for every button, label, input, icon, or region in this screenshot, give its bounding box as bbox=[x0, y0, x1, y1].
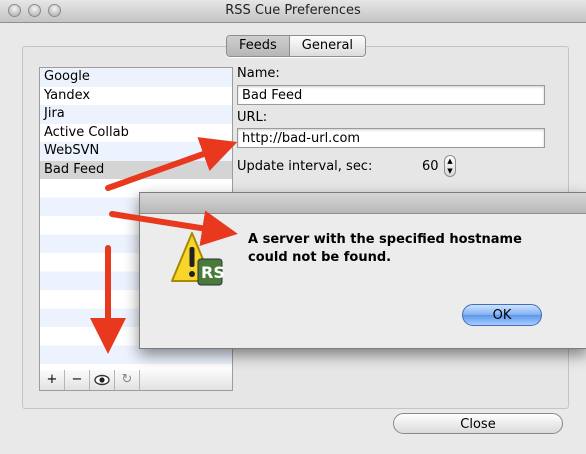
list-item[interactable]: Google bbox=[40, 68, 232, 87]
update-interval-value[interactable]: 60 bbox=[422, 159, 439, 174]
alert-title-bar bbox=[140, 193, 586, 214]
update-interval-label: Update interval, sec: bbox=[237, 159, 373, 174]
remove-feed-button[interactable]: − bbox=[65, 370, 90, 390]
ok-button[interactable]: OK bbox=[462, 304, 542, 326]
refresh-icon: ↻ bbox=[121, 372, 133, 387]
interval-stepper[interactable]: ▲ ▼ bbox=[444, 155, 456, 177]
preferences-window: RSS Cue Preferences Feeds General Google… bbox=[0, 0, 586, 454]
window-title: RSS Cue Preferences bbox=[225, 3, 361, 18]
alert-message-line2: could not be found. bbox=[248, 250, 392, 265]
title-bar: RSS Cue Preferences bbox=[0, 0, 586, 23]
tab-general[interactable]: General bbox=[290, 36, 365, 56]
list-item[interactable]: WebSVN bbox=[40, 142, 232, 161]
eye-icon bbox=[94, 374, 110, 386]
preview-feed-button[interactable] bbox=[90, 370, 115, 390]
url-field[interactable]: http://bad-url.com bbox=[237, 128, 545, 148]
error-alert-sheet: RS A server with the specified hostname … bbox=[139, 192, 586, 349]
preferences-tabs: Feeds General bbox=[226, 35, 367, 57]
name-field[interactable]: Bad Feed bbox=[237, 85, 545, 105]
list-item-selected[interactable]: Bad Feed bbox=[40, 160, 232, 179]
svg-text:RS: RS bbox=[201, 263, 225, 282]
list-item[interactable]: Jira bbox=[40, 105, 232, 124]
alert-message: A server with the specified hostname cou… bbox=[248, 231, 548, 267]
alert-message-line1: A server with the specified hostname bbox=[248, 232, 522, 247]
url-label: URL: bbox=[237, 110, 268, 125]
close-button[interactable]: Close bbox=[393, 413, 563, 434]
add-feed-button[interactable]: + bbox=[40, 370, 65, 390]
list-item[interactable]: Active Collab bbox=[40, 124, 232, 143]
list-item[interactable]: Yandex bbox=[40, 87, 232, 106]
warning-icon: RS bbox=[171, 232, 225, 286]
list-toolbar: + − ↻ bbox=[39, 370, 233, 391]
tab-feeds[interactable]: Feeds bbox=[227, 36, 290, 56]
refresh-feed-button[interactable]: ↻ bbox=[115, 370, 140, 390]
name-label: Name: bbox=[237, 66, 280, 81]
